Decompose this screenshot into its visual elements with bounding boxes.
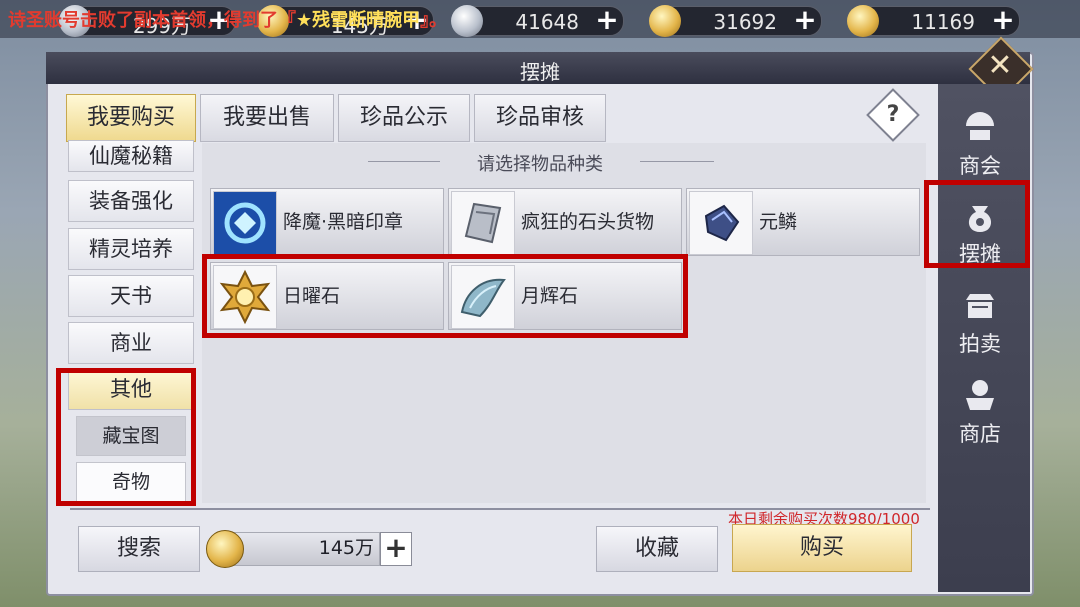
silver-ingot-icon bbox=[451, 5, 483, 37]
category-tianshu[interactable]: 天书 bbox=[68, 275, 194, 317]
money-value: 145万 bbox=[318, 537, 374, 559]
currency-value: 41648 bbox=[515, 10, 579, 34]
favorite-button[interactable]: 收藏 bbox=[596, 526, 718, 572]
stone-goods-icon bbox=[451, 191, 515, 255]
help-icon[interactable]: ? bbox=[874, 96, 912, 134]
tab-buy[interactable]: 我要购买 bbox=[66, 94, 196, 142]
auction-icon bbox=[966, 294, 994, 318]
currency-value: 31692 bbox=[713, 10, 777, 34]
add-gold-ingot-2-button[interactable]: + bbox=[989, 6, 1017, 35]
window-title: 摆摊 bbox=[520, 60, 560, 84]
item-card[interactable]: 降魔·黑暗印章 bbox=[210, 188, 444, 256]
broadcast-text: 诗圣账号击败了副本首领，得到了『 bbox=[8, 10, 296, 31]
tab-treasure-public[interactable]: 珍品公示 bbox=[338, 94, 470, 142]
tab-sell[interactable]: 我要出售 bbox=[200, 94, 334, 142]
add-money-button[interactable]: + bbox=[380, 532, 412, 566]
highlight-box-stall bbox=[924, 180, 1030, 268]
category-equip-enhance[interactable]: 装备强化 bbox=[68, 180, 194, 222]
category-spirit-train[interactable]: 精灵培养 bbox=[68, 228, 194, 270]
add-gold-ingot-button[interactable]: + bbox=[791, 6, 819, 35]
system-broadcast: 诗圣账号击败了副本首领，得到了『★残雪断晴腕甲』。 bbox=[8, 6, 447, 32]
highlight-box-other bbox=[56, 368, 196, 506]
item-card[interactable]: 疯狂的石头货物 bbox=[448, 188, 682, 256]
currency-value: 11169 bbox=[911, 10, 975, 34]
category-xianmo-secret[interactable]: 仙魔秘籍 bbox=[68, 140, 194, 172]
broadcast-item: ★残雪断晴腕甲 bbox=[296, 10, 421, 31]
close-icon[interactable]: ✕ bbox=[983, 48, 1017, 84]
shop-icon bbox=[966, 380, 994, 410]
item-name: 疯狂的石头货物 bbox=[521, 211, 655, 233]
sidenav-item-auction[interactable]: 拍卖 bbox=[940, 280, 1020, 360]
items-hint: 请选择物品种类 bbox=[440, 150, 640, 176]
highlight-box-items bbox=[202, 254, 688, 338]
sidenav-label: 拍卖 bbox=[959, 332, 1001, 356]
item-name: 元鳞 bbox=[759, 211, 798, 233]
item-name: 降魔·黑暗印章 bbox=[283, 211, 404, 233]
tab-treasure-review[interactable]: 珍品审核 bbox=[474, 94, 606, 142]
sidenav-label: 商会 bbox=[959, 154, 1001, 178]
broadcast-end: 』。 bbox=[420, 10, 448, 31]
currency-gold-ingot: 31692 + bbox=[649, 5, 822, 37]
sidenav-item-shop[interactable]: 商店 bbox=[940, 370, 1020, 450]
sidenav-label: 商店 bbox=[959, 422, 1001, 446]
category-commerce[interactable]: 商业 bbox=[68, 322, 194, 364]
gold-ingot-icon bbox=[847, 5, 879, 37]
dark-seal-icon bbox=[213, 191, 277, 255]
scale-icon bbox=[689, 191, 753, 255]
currency-silver-ingot: 41648 + bbox=[451, 5, 624, 37]
sidenav-item-guild[interactable]: 商会 bbox=[940, 102, 1020, 182]
add-silver-ingot-button[interactable]: + bbox=[593, 6, 621, 35]
search-button[interactable]: 搜索 bbox=[78, 526, 200, 572]
guild-icon bbox=[966, 112, 994, 140]
buy-button[interactable]: 购买 bbox=[732, 524, 912, 572]
gold-ingot-icon bbox=[649, 5, 681, 37]
currency-gold-ingot-2: 11169 + bbox=[847, 5, 1020, 37]
item-card[interactable]: 元鳞 bbox=[686, 188, 920, 256]
